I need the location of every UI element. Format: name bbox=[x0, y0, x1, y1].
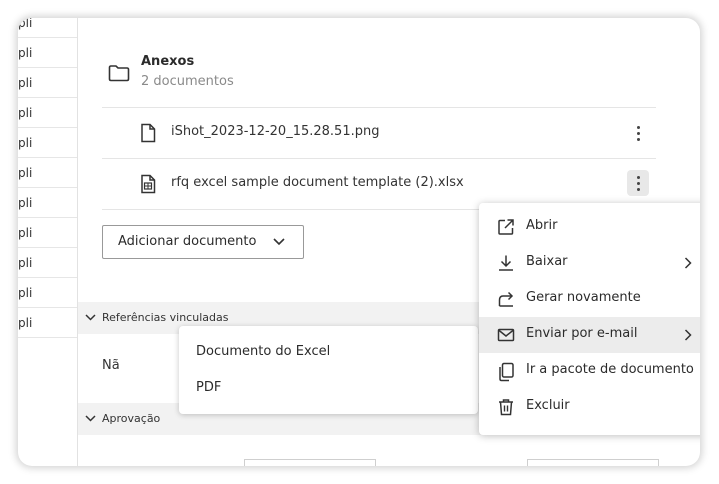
list-item-label: pli bbox=[18, 106, 33, 120]
list-item[interactable]: pli bbox=[18, 98, 78, 128]
regenerate-icon bbox=[498, 291, 514, 307]
list-item[interactable]: pli bbox=[18, 278, 78, 308]
list-item-label: pli bbox=[18, 316, 33, 330]
copy-documents-icon bbox=[499, 362, 514, 382]
list-item-label: pli bbox=[18, 18, 33, 30]
menu-item-label: Abrir bbox=[526, 218, 558, 233]
section-title: Referências vinculadas bbox=[102, 311, 229, 324]
list-item-label: pli bbox=[18, 46, 33, 60]
list-item[interactable]: pli bbox=[18, 308, 78, 338]
list-item-label: pli bbox=[18, 76, 33, 90]
menu-item-regenerate[interactable]: Gerar novamente bbox=[479, 281, 700, 317]
menu-item-delete[interactable]: Excluir bbox=[479, 389, 700, 425]
mail-icon bbox=[497, 328, 515, 342]
download-icon bbox=[499, 255, 513, 271]
menu-item-download[interactable]: Baixar bbox=[479, 245, 700, 281]
menu-item-label: Gerar novamente bbox=[526, 290, 641, 305]
linked-references-empty-text: Nã bbox=[102, 358, 120, 373]
chevron-down-icon bbox=[85, 314, 96, 321]
spreadsheet-file-icon bbox=[141, 174, 156, 194]
list-item-label: pli bbox=[18, 226, 33, 240]
partial-button[interactable] bbox=[244, 459, 376, 466]
folder-icon bbox=[108, 65, 130, 82]
menu-item-go-to-package[interactable]: Ir a pacote de documento bbox=[479, 353, 700, 389]
divider bbox=[102, 158, 656, 159]
menu-item-label: Baixar bbox=[526, 254, 568, 269]
file-name[interactable]: rfq excel sample document template (2).x… bbox=[171, 175, 464, 190]
chevron-down-icon bbox=[273, 238, 285, 246]
chevron-down-icon bbox=[85, 415, 96, 422]
details-panel: Anexos 2 documentos iShot_2023-12-20_15.… bbox=[78, 18, 700, 466]
file-more-button[interactable] bbox=[627, 170, 649, 196]
file-more-button[interactable] bbox=[627, 120, 649, 146]
email-format-submenu: Documento do Excel PDF bbox=[179, 326, 478, 414]
menu-item-label: Excluir bbox=[526, 398, 570, 413]
list-item[interactable]: pli bbox=[18, 38, 78, 68]
left-list: pli pli pli pli pli pli pli pli pli pli … bbox=[18, 18, 78, 338]
add-document-label: Adicionar documento bbox=[118, 234, 257, 249]
list-item[interactable]: pli bbox=[18, 248, 78, 278]
list-item[interactable]: pli bbox=[18, 18, 78, 38]
file-context-menu: Abrir Baixar Gerar novamente Enviar por … bbox=[479, 203, 700, 435]
submenu-item-pdf[interactable]: PDF bbox=[196, 380, 221, 395]
attachments-title: Anexos bbox=[141, 54, 195, 69]
section-title: Aprovação bbox=[102, 412, 161, 425]
list-item-label: pli bbox=[18, 166, 33, 180]
attachments-count: 2 documentos bbox=[141, 74, 234, 89]
menu-item-open[interactable]: Abrir bbox=[479, 209, 700, 245]
open-external-icon bbox=[498, 219, 514, 235]
list-item-label: pli bbox=[18, 136, 33, 150]
file-name[interactable]: iShot_2023-12-20_15.28.51.png bbox=[171, 124, 379, 139]
list-item-label: pli bbox=[18, 196, 33, 210]
list-item-label: pli bbox=[18, 286, 33, 300]
list-item[interactable]: pli bbox=[18, 68, 78, 98]
chevron-right-icon bbox=[684, 329, 692, 341]
submenu-item-excel[interactable]: Documento do Excel bbox=[196, 344, 330, 359]
list-item[interactable]: pli bbox=[18, 128, 78, 158]
menu-item-label: Enviar por e-mail bbox=[526, 326, 638, 341]
chevron-right-icon bbox=[684, 257, 692, 269]
list-item[interactable]: pli bbox=[18, 188, 78, 218]
menu-item-label: Ir a pacote de documento bbox=[526, 362, 694, 377]
menu-item-send-email[interactable]: Enviar por e-mail bbox=[479, 317, 700, 353]
list-item[interactable]: pli bbox=[18, 158, 78, 188]
divider bbox=[102, 107, 656, 108]
partial-button[interactable] bbox=[527, 459, 659, 466]
list-item[interactable]: pli bbox=[18, 218, 78, 248]
list-item-label: pli bbox=[18, 256, 33, 270]
file-icon bbox=[141, 123, 156, 143]
trash-icon bbox=[499, 399, 513, 416]
app-window: pli pli pli pli pli pli pli pli pli pli … bbox=[18, 18, 700, 466]
add-document-button[interactable]: Adicionar documento bbox=[102, 225, 304, 259]
